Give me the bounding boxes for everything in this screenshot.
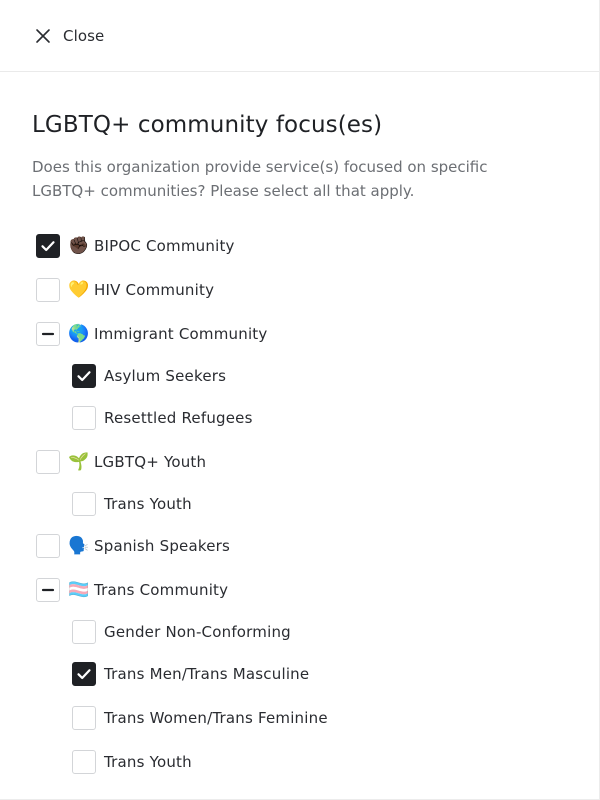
option-label: Gender Non-Conforming bbox=[104, 623, 291, 641]
option-trans-community[interactable]: 🏳️‍⚧️ Trans Community bbox=[32, 568, 567, 612]
checkbox-indeterminate[interactable] bbox=[36, 322, 60, 346]
option-bipoc-community[interactable]: ✊🏿 BIPOC Community bbox=[32, 224, 567, 268]
checkbox-unchecked[interactable] bbox=[36, 450, 60, 474]
checkbox-unchecked[interactable] bbox=[72, 620, 96, 644]
option-label: Trans Youth bbox=[104, 495, 192, 513]
option-asylum-seekers[interactable]: Asylum Seekers bbox=[32, 356, 567, 396]
option-trans-youth-lgbtq[interactable]: Trans Youth bbox=[32, 484, 567, 524]
panel-header: Close bbox=[0, 0, 599, 72]
close-label: Close bbox=[63, 26, 105, 45]
option-label: Trans Men/Trans Masculine bbox=[104, 665, 310, 683]
community-options-list: ✊🏿 BIPOC Community 💛 HIV Community 🌎 Imm… bbox=[32, 224, 567, 784]
minus-icon bbox=[41, 332, 55, 336]
option-trans-men-masculine[interactable]: Trans Men/Trans Masculine bbox=[32, 652, 567, 696]
checkbox-indeterminate[interactable] bbox=[36, 578, 60, 602]
option-lgbtq-youth[interactable]: 🌱 LGBTQ+ Youth bbox=[32, 440, 567, 484]
check-icon bbox=[41, 241, 55, 252]
yellow-heart-icon: 💛 bbox=[68, 280, 90, 300]
option-gender-non-conforming[interactable]: Gender Non-Conforming bbox=[32, 612, 567, 652]
option-label: Trans Youth bbox=[104, 753, 192, 771]
minus-icon bbox=[41, 588, 55, 592]
checkbox-unchecked[interactable] bbox=[72, 492, 96, 516]
globe-icon: 🌎 bbox=[68, 324, 90, 344]
close-button[interactable]: Close bbox=[34, 27, 104, 45]
raised-fist-icon: ✊🏿 bbox=[68, 236, 90, 256]
check-icon bbox=[77, 371, 91, 382]
option-trans-youth[interactable]: Trans Youth bbox=[32, 740, 567, 784]
option-label: Resettled Refugees bbox=[104, 409, 253, 427]
checkbox-unchecked[interactable] bbox=[36, 278, 60, 302]
checkbox-unchecked[interactable] bbox=[36, 534, 60, 558]
checkbox-checked[interactable] bbox=[36, 234, 60, 258]
option-label: Asylum Seekers bbox=[104, 367, 227, 385]
option-immigrant-community[interactable]: 🌎 Immigrant Community bbox=[32, 312, 567, 356]
option-label: Trans Women/Trans Feminine bbox=[104, 709, 328, 727]
option-trans-women-feminine[interactable]: Trans Women/Trans Feminine bbox=[32, 696, 567, 740]
checkbox-unchecked[interactable] bbox=[72, 706, 96, 730]
checkbox-checked[interactable] bbox=[72, 662, 96, 686]
check-icon bbox=[77, 669, 91, 680]
checkbox-unchecked[interactable] bbox=[72, 406, 96, 430]
option-hiv-community[interactable]: 💛 HIV Community bbox=[32, 268, 567, 312]
checkbox-unchecked[interactable] bbox=[72, 750, 96, 774]
filter-panel: Close LGBTQ+ community focus(es) Does th… bbox=[0, 0, 600, 800]
option-label: Trans Community bbox=[94, 581, 229, 599]
close-icon bbox=[34, 27, 52, 45]
speaking-head-icon: 🗣️ bbox=[68, 536, 90, 556]
option-label: BIPOC Community bbox=[94, 237, 235, 255]
option-label: HIV Community bbox=[94, 281, 215, 299]
question-description: Does this organization provide service(s… bbox=[32, 158, 488, 200]
option-label: LGBTQ+ Youth bbox=[94, 453, 207, 471]
checkbox-checked[interactable] bbox=[72, 364, 96, 388]
option-resettled-refugees[interactable]: Resettled Refugees bbox=[32, 396, 567, 440]
option-label: Immigrant Community bbox=[94, 325, 268, 343]
option-spanish-speakers[interactable]: 🗣️ Spanish Speakers bbox=[32, 524, 567, 568]
form-content: LGBTQ+ community focus(es) Does this org… bbox=[0, 112, 599, 784]
seedling-icon: 🌱 bbox=[68, 452, 90, 472]
page-title: LGBTQ+ community focus(es) bbox=[32, 112, 383, 138]
option-label: Spanish Speakers bbox=[94, 537, 231, 555]
transgender-flag-icon: 🏳️‍⚧️ bbox=[68, 580, 90, 600]
